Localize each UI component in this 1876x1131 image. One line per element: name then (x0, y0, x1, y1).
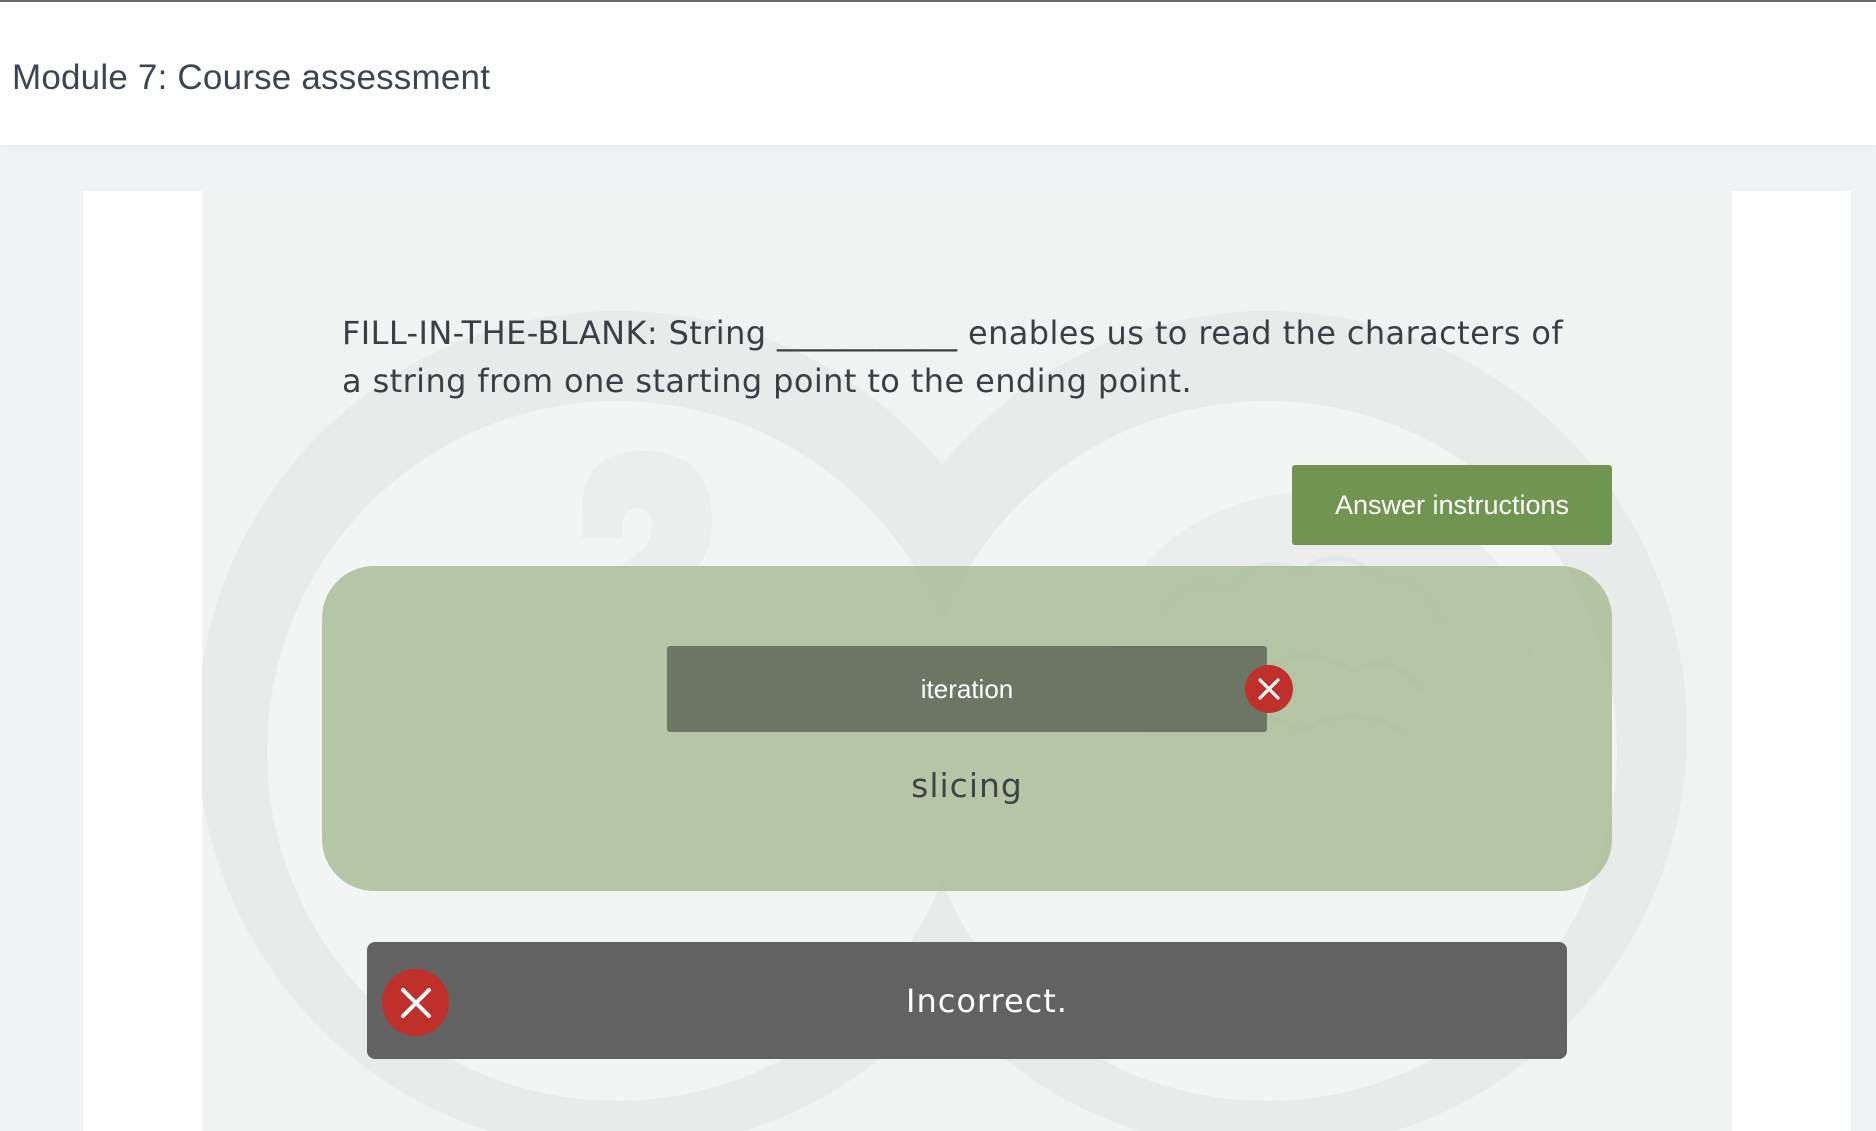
question-panel: FILL-IN-THE-BLANK: String ___________ en… (202, 191, 1732, 1131)
question-text: FILL-IN-THE-BLANK: String ___________ en… (342, 314, 1564, 400)
feedback-message: Incorrect. (906, 981, 1068, 1020)
user-answer-label: iteration (920, 673, 1014, 704)
user-answer-chip[interactable]: iteration (667, 646, 1267, 732)
close-icon[interactable] (1245, 665, 1293, 713)
answer-drop-zone: iteration slicing (322, 566, 1612, 891)
page-header: Module 7: Course assessment (0, 2, 1876, 145)
assessment-card: FILL-IN-THE-BLANK: String ___________ en… (83, 191, 1851, 1131)
remove-answer-icon (1258, 678, 1280, 700)
correct-answer-text: slicing (911, 766, 1023, 805)
page-title: Module 7: Course assessment (12, 58, 491, 97)
answer-instructions-button[interactable]: Answer instructions (1292, 465, 1612, 545)
feedback-banner: Incorrect. (367, 942, 1567, 1059)
